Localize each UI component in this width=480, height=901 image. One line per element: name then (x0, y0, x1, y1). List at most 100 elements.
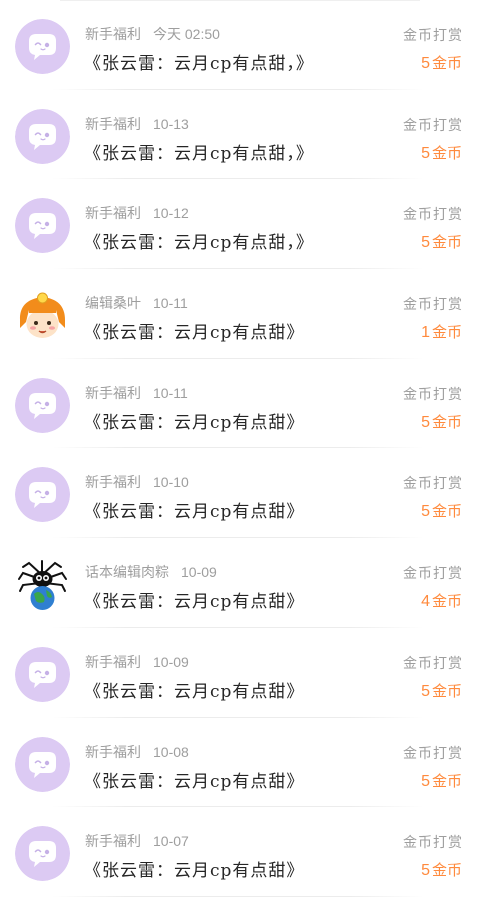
coin-count: 5 (421, 682, 430, 700)
book-title[interactable]: 《张云雷：云月cp有点甜》 (84, 318, 304, 343)
timestamp: 10-08 (153, 743, 189, 760)
coin-unit: 金币 (431, 143, 462, 162)
chat-bubble-icon (15, 467, 70, 523)
book-title[interactable]: 《张云雷：云月cp有点甜》 (84, 497, 304, 522)
reward-row[interactable]: 话本编辑肉粽 10-09 《张云雷：云月cp有点甜》 金币打赏 4 金币 (0, 538, 480, 628)
sender-line: 新手福利 10-12 (85, 203, 189, 223)
timestamp: 10-11 (153, 384, 188, 401)
sender-name: 新手福利 (85, 116, 141, 133)
spider-globe-icon (15, 557, 70, 613)
avatar[interactable] (15, 736, 70, 792)
coin-count: 5 (421, 772, 430, 790)
coin-count: 5 (421, 503, 430, 521)
sender-name: 新手福利 (85, 654, 141, 671)
tip-label: 金币打赏 (403, 207, 463, 224)
tip-label: 金币打赏 (403, 117, 463, 134)
sender-name: 编辑桑叶 (85, 296, 141, 313)
chat-bubble-icon (15, 736, 70, 792)
chat-bubble-icon (15, 198, 70, 254)
avatar[interactable] (15, 826, 70, 882)
coin-amount: 5 金币 (421, 770, 462, 791)
book-title[interactable]: 《张云雷：云月cp有点甜》 (84, 408, 304, 433)
sender-line: 话本编辑肉粽 10-09 (85, 562, 217, 582)
timestamp: 10-13 (153, 115, 189, 132)
tip-label: 金币打赏 (403, 566, 463, 583)
coin-count: 5 (421, 413, 430, 431)
coin-unit: 金币 (431, 592, 462, 611)
avatar[interactable] (15, 467, 70, 523)
reward-row[interactable]: 新手福利 10-08 《张云雷：云月cp有点甜》 金币打赏 5 金币 (0, 718, 480, 808)
book-title[interactable]: 《张云雷：云月cp有点甜》 (84, 677, 304, 702)
coin-unit: 金币 (431, 681, 462, 700)
coin-amount: 5 金币 (421, 680, 462, 701)
sender-line: 新手福利 今天 02:50 (85, 24, 220, 44)
timestamp: 10-12 (153, 205, 189, 222)
reward-row[interactable]: 编辑桑叶 10-11 《张云雷：云月cp有点甜》 金币打赏 1 金币 (0, 269, 480, 359)
coin-amount: 4 金币 (421, 590, 462, 611)
book-title[interactable]: 《张云雷：云月cp有点甜》 (84, 767, 304, 792)
sender-name: 新手福利 (85, 744, 141, 761)
avatar[interactable] (15, 108, 70, 164)
coin-amount: 1 金币 (421, 321, 462, 342)
avatar[interactable] (15, 288, 70, 344)
sender-line: 新手福利 10-11 (85, 383, 188, 403)
sender-line: 新手福利 10-08 (85, 742, 189, 762)
timestamp: 10-11 (153, 295, 188, 312)
sender-name: 新手福利 (85, 27, 141, 43)
sender-name: 新手福利 (85, 834, 141, 851)
timestamp: 10-09 (153, 653, 189, 670)
book-title[interactable]: 《张云雷：云月cp有点甜，》 (84, 49, 314, 74)
avatar[interactable] (15, 377, 70, 433)
sender-name: 新手福利 (85, 475, 141, 492)
book-title[interactable]: 《张云雷：云月cp有点甜》 (84, 856, 304, 881)
timestamp: 10-09 (181, 564, 217, 581)
coin-unit: 金币 (431, 323, 462, 342)
sender-line: 新手福利 10-09 (85, 652, 189, 672)
timestamp: 今天 02:50 (153, 26, 220, 42)
tip-label: 金币打赏 (403, 476, 463, 493)
coin-amount: 5 金币 (421, 231, 462, 252)
tip-label: 金币打赏 (403, 745, 463, 762)
chat-bubble-icon (15, 826, 70, 882)
coin-amount: 5 金币 (421, 859, 462, 880)
reward-row[interactable]: 新手福利 10-11 《张云雷：云月cp有点甜》 金币打赏 5 金币 (0, 359, 480, 449)
reward-row[interactable]: 新手福利 今天 02:50 《张云雷：云月cp有点甜，》 金币打赏 5 金币 (0, 0, 480, 90)
reward-row[interactable]: 新手福利 10-07 《张云雷：云月cp有点甜》 金币打赏 5 金币 (0, 807, 480, 897)
tip-label: 金币打赏 (403, 655, 463, 672)
sender-line: 新手福利 10-13 (85, 114, 189, 134)
coin-count: 5 (421, 862, 430, 880)
avatar[interactable] (15, 646, 70, 702)
avatar[interactable] (15, 557, 70, 613)
coin-unit: 金币 (431, 771, 462, 790)
avatar[interactable] (15, 198, 70, 254)
avatar[interactable] (15, 19, 70, 74)
coin-amount: 5 金币 (421, 500, 462, 521)
sender-name: 新手福利 (85, 385, 141, 402)
coin-count: 5 (421, 55, 430, 72)
sender-line: 新手福利 10-10 (85, 472, 189, 492)
reward-row[interactable]: 新手福利 10-09 《张云雷：云月cp有点甜》 金币打赏 5 金币 (0, 628, 480, 718)
coin-count: 1 (421, 324, 430, 342)
sender-name: 话本编辑肉粽 (85, 565, 169, 582)
coin-unit: 金币 (431, 54, 462, 72)
tip-label: 金币打赏 (403, 835, 463, 852)
reward-row[interactable]: 新手福利 10-10 《张云雷：云月cp有点甜》 金币打赏 5 金币 (0, 448, 480, 538)
sender-line: 编辑桑叶 10-11 (85, 293, 188, 313)
sender-name: 新手福利 (85, 206, 141, 223)
tip-label: 金币打赏 (403, 386, 463, 403)
tip-label: 金币打赏 (403, 297, 463, 314)
book-title[interactable]: 《张云雷：云月cp有点甜，》 (84, 228, 314, 253)
book-title[interactable]: 《张云雷：云月cp有点甜，》 (84, 139, 314, 164)
coin-amount: 5 金币 (421, 52, 462, 73)
coin-unit: 金币 (431, 861, 462, 880)
reward-row[interactable]: 新手福利 10-12 《张云雷：云月cp有点甜，》 金币打赏 5 金币 (0, 179, 480, 269)
chat-bubble-icon (15, 108, 70, 164)
book-title[interactable]: 《张云雷：云月cp有点甜》 (84, 587, 304, 612)
coin-count: 5 (421, 234, 430, 252)
chat-bubble-icon (15, 646, 70, 702)
timestamp: 10-07 (153, 833, 189, 850)
coin-unit: 金币 (431, 412, 462, 431)
reward-row[interactable]: 新手福利 10-13 《张云雷：云月cp有点甜，》 金币打赏 5 金币 (0, 90, 480, 180)
timestamp: 10-10 (153, 474, 189, 491)
coin-amount: 5 金币 (421, 142, 462, 163)
